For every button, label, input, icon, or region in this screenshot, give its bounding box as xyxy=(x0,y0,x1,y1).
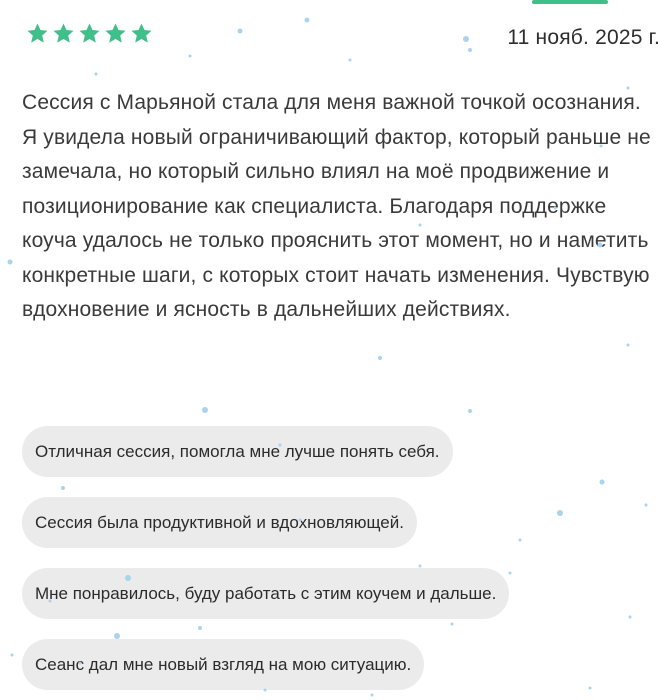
star-rating xyxy=(26,22,153,45)
feedback-tag-chip: Мне понравилось, буду работать с этим ко… xyxy=(22,568,510,619)
feedback-tag-chip: Сессия была продуктивной и вдохновляющей… xyxy=(22,497,417,548)
review-header: 11 нояб. 2025 г. xyxy=(26,22,658,54)
review-text: Сессия с Марьяной стала для меня важной … xyxy=(22,91,651,321)
feedback-tag-chip: Отличная сессия, помогла мне лучше понят… xyxy=(22,426,453,477)
star-icon xyxy=(52,22,75,45)
star-icon xyxy=(26,22,49,45)
star-icon xyxy=(78,22,101,45)
feedback-tag-chip: Сеанс дал мне новый взгляд на мою ситуац… xyxy=(22,639,425,690)
feedback-tags: Отличная сессия, помогла мне лучше понят… xyxy=(22,426,510,690)
review-date: 11 нояб. 2025 г. xyxy=(507,26,658,49)
top-accent-bar xyxy=(532,0,608,4)
star-icon xyxy=(130,22,153,45)
star-icon xyxy=(104,22,127,45)
